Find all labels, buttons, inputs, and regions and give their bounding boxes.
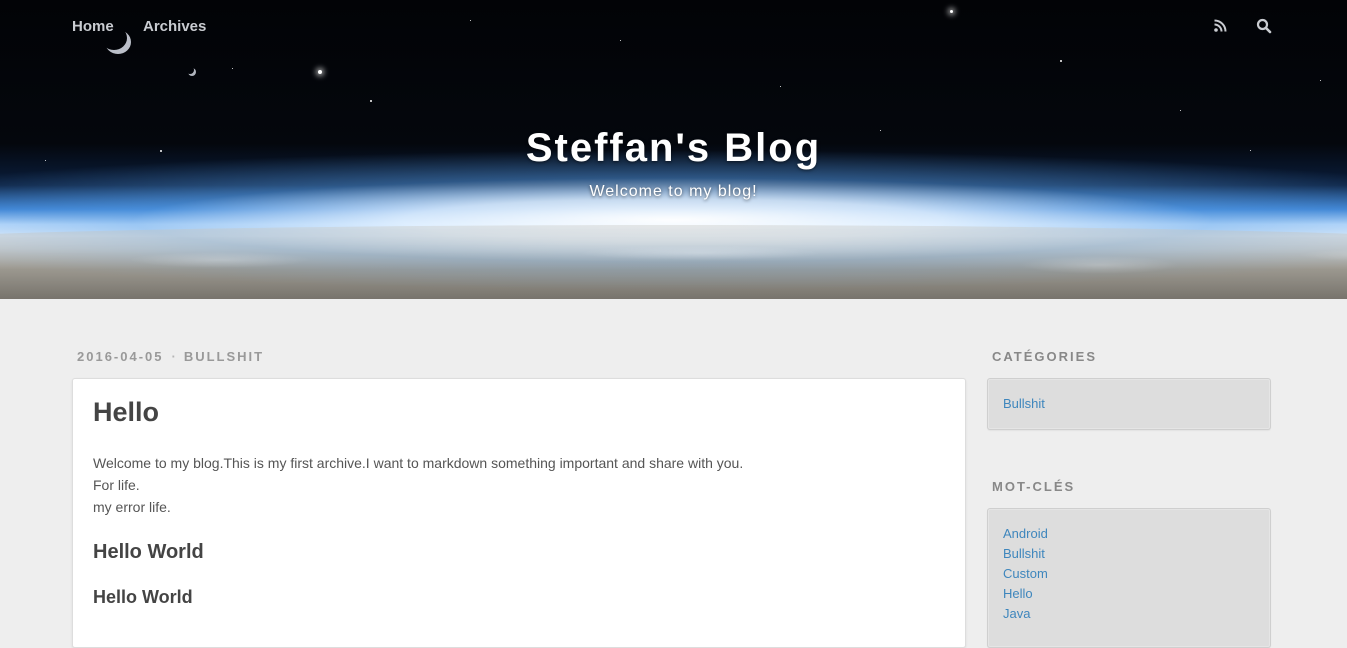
article-date[interactable]: 2016-04-05 [77,349,164,364]
tag-link[interactable]: Bullshit [1003,544,1255,564]
article-paragraph-line: Welcome to my blog.This is my first arch… [93,455,744,471]
tags-widget: Android Bullshit Custom Hello Java [987,508,1271,648]
earth-horizon-image [0,225,1347,299]
categories-widget: Bullshit [987,378,1271,430]
blog-title[interactable]: Steffan's Blog [0,126,1347,171]
search-icon[interactable] [1256,18,1272,34]
main-nav: Home Archives [0,0,1347,54]
article-heading-2: Hello World [93,541,204,563]
tag-link[interactable]: Hello [1003,584,1255,604]
article-paragraph-line: my error life. [93,499,171,515]
nav-archives-link[interactable]: Archives [143,18,206,35]
star [232,68,233,69]
star [370,100,372,102]
article-category-link[interactable]: BULLSHIT [184,349,264,364]
crescent-moon [188,68,196,76]
tags-widget-title: MOT-CLÉS [992,479,1076,494]
meta-separator: · [171,349,176,364]
category-link[interactable]: Bullshit [1003,394,1255,414]
star [1060,60,1062,62]
article-card: Hello Welcome to my blog.This is my firs… [72,378,966,648]
nav-home-link[interactable]: Home [72,18,114,35]
article-title[interactable]: Hello [93,397,159,428]
article-heading-3: Hello World [93,587,193,607]
tag-link[interactable]: Android [1003,524,1255,544]
blog-subtitle: Welcome to my blog! [589,183,758,200]
tag-link[interactable]: Java [1003,604,1255,624]
rss-icon[interactable] [1212,18,1228,34]
star [318,70,322,74]
star [780,86,781,87]
categories-widget-title: CATÉGORIES [992,349,1097,364]
star [1180,110,1181,111]
header-banner: Home Archives Steffan's Blog Welcome to … [0,0,1347,299]
star [1320,80,1321,81]
article-paragraph-line: For life. [93,477,140,493]
tag-link[interactable]: Custom [1003,564,1255,584]
article-meta: 2016-04-05 · BULLSHIT [77,349,264,364]
